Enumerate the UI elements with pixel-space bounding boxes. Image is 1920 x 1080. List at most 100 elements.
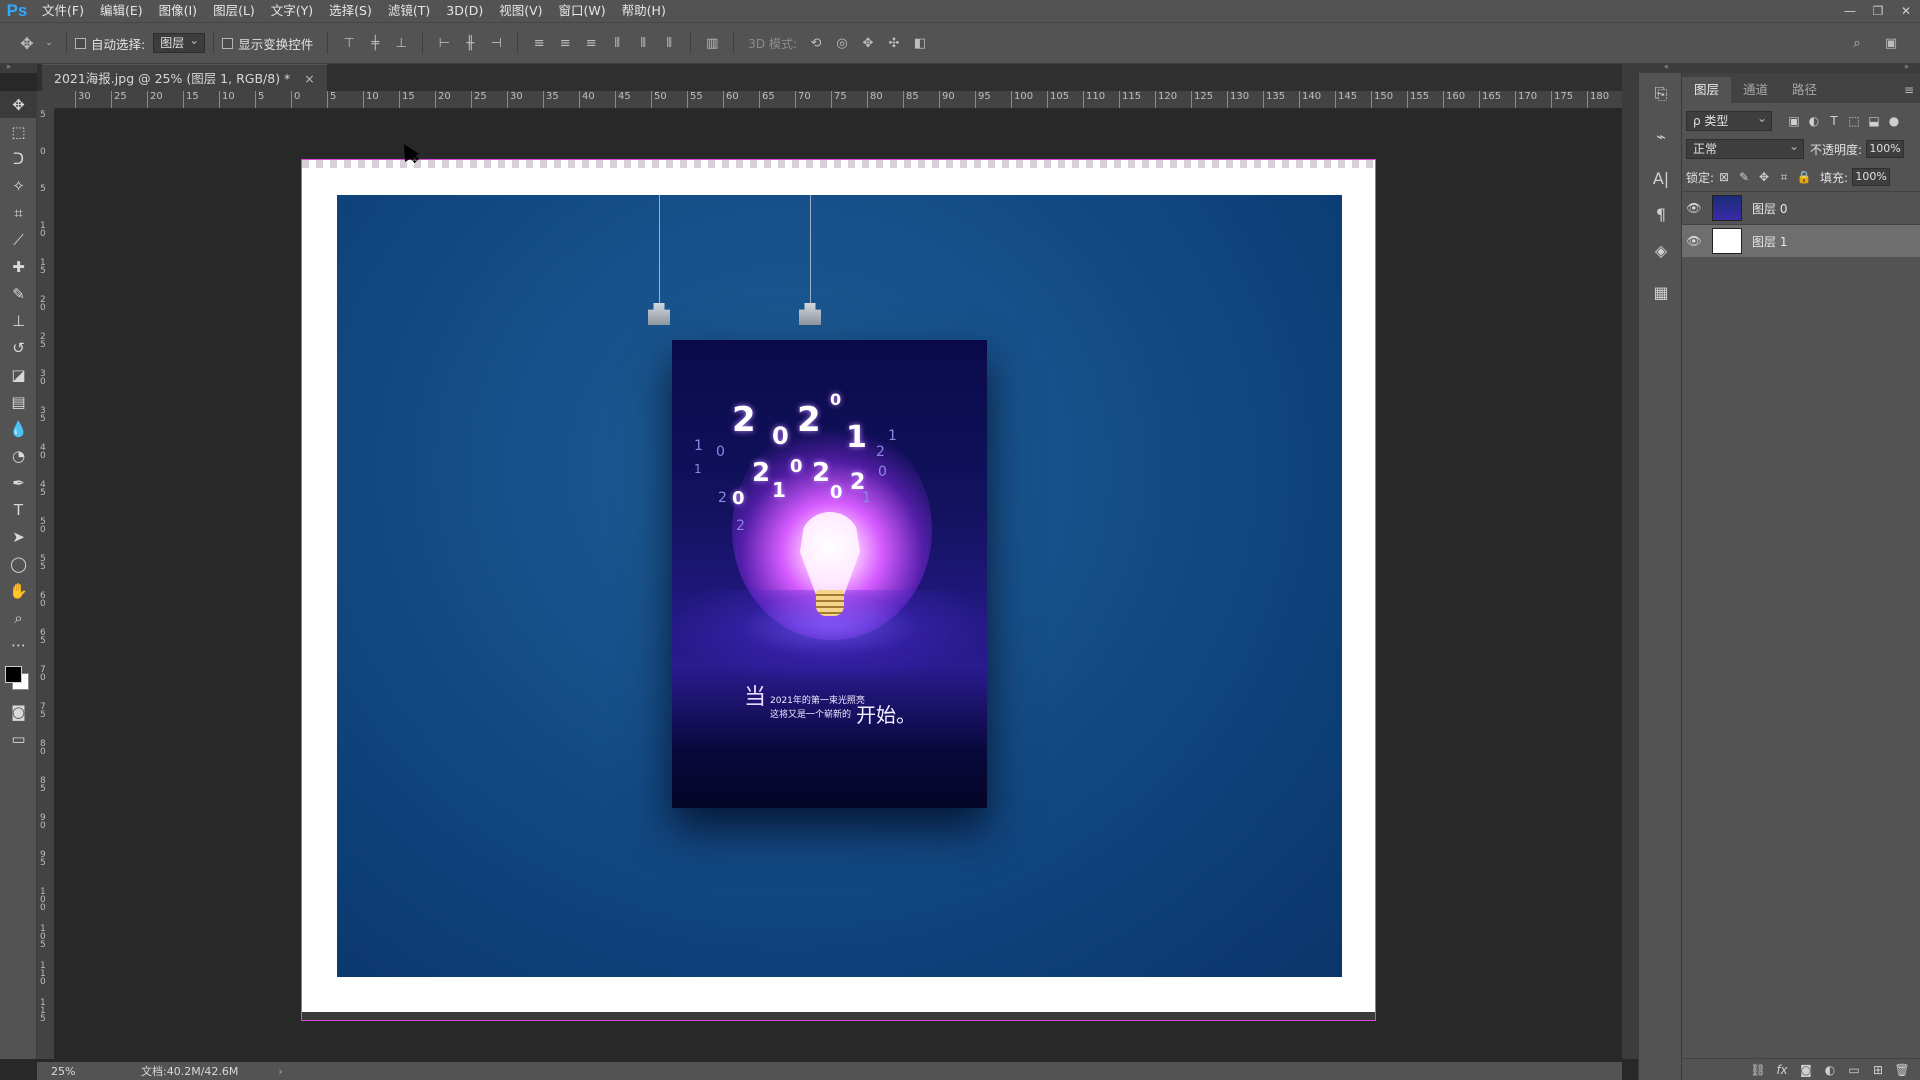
opacity-input[interactable]: 100% [1866,140,1905,158]
blur-tool-icon[interactable]: 💧 [0,415,37,442]
healing-brush-icon[interactable]: ✚ [0,253,37,280]
clone-stamp-icon[interactable]: ⊥ [0,307,37,334]
distribute-right-icon[interactable]: ⫴ [660,34,678,52]
type-tool-icon[interactable]: T [0,496,37,523]
3d-slide-icon[interactable]: ✣ [885,34,903,52]
menu-view[interactable]: 视图(V) [491,0,550,22]
magic-wand-icon[interactable]: ✧ [0,172,37,199]
3d-roll-icon[interactable]: ◎ [833,34,851,52]
layer-row[interactable]: 👁 图层 0 [1682,191,1920,224]
layer-name[interactable]: 图层 0 [1752,200,1787,217]
distribute-bottom-icon[interactable]: ≡ [582,34,600,52]
lasso-tool-icon[interactable]: ᑐ [0,145,37,172]
add-mask-icon[interactable]: ◙ [1794,1063,1818,1077]
menu-image[interactable]: 图像(I) [151,0,205,22]
filter-type-icon[interactable]: T [1824,112,1844,130]
blue-background-layer[interactable]: 2 0 2 1 0 2 0 2 2 1 0 0 1 0 1 2 1 2 0 1 [337,195,1342,977]
tab-paths[interactable]: 路径 [1780,77,1829,103]
collapse-left-icon[interactable]: » [6,62,11,71]
show-transform-checkbox[interactable] [222,37,234,49]
horizontal-ruler[interactable]: 30 25 20 15 10 5 0 5 10 15 20 25 30 35 40 45 50 55 60 65 70 7… [55,91,1622,109]
blend-mode-dropdown[interactable]: 正常 [1686,137,1804,159]
zoom-level[interactable]: 25% [37,1065,97,1078]
align-right-icon[interactable]: ⊣ [487,34,505,52]
eyedropper-icon[interactable]: ⟋ [0,226,37,253]
3d-orbit-icon[interactable]: ⟲ [807,34,825,52]
distribute-left-icon[interactable]: ⫴ [608,34,626,52]
filter-adjustment-icon[interactable]: ◐ [1804,112,1824,130]
3d-panel-icon[interactable]: ◈ [1639,229,1683,271]
3d-pan-icon[interactable]: ✥ [859,34,877,52]
paragraph-panel-icon[interactable]: ¶ [1639,199,1683,229]
lock-artboard-icon[interactable]: ⌗ [1774,168,1794,186]
collapse-right-icon[interactable]: » [1904,62,1909,71]
tab-layers[interactable]: 图层 [1682,77,1732,103]
menu-3d[interactable]: 3D(D) [438,0,491,22]
zoom-tool-icon[interactable]: ⌕ [0,604,37,631]
collapse-dock-icon[interactable]: « [1664,62,1669,71]
layer-filter-dropdown[interactable]: ρ 类型 [1686,109,1772,131]
lock-position-icon[interactable]: ✥ [1754,168,1774,186]
menu-select[interactable]: 选择(S) [321,0,380,22]
document-tab[interactable]: 2021海报.jpg @ 25% (图层 1, RGB/8) * × [42,64,327,91]
distribute-hcenter-icon[interactable]: ⫴ [634,34,652,52]
filter-pixel-icon[interactable]: ▣ [1784,112,1804,130]
brush-settings-icon[interactable]: ⌁ [1639,115,1683,157]
new-group-icon[interactable]: ▭ [1842,1063,1866,1077]
quick-mask-icon[interactable]: ◙ [0,698,37,725]
menu-filter[interactable]: 滤镜(T) [380,0,438,22]
align-top-icon[interactable]: ⊤ [340,34,358,52]
menu-layer[interactable]: 图层(L) [205,0,263,22]
panel-menu-icon[interactable]: ≡ [1898,77,1920,103]
vertical-ruler[interactable]: 5 0 5 10 15 20 25 30 35 40 45 50 55 60 65 70 75 80 85 90 95 1… [37,109,55,1059]
align-left-icon[interactable]: ⊢ [435,34,453,52]
gradient-tool-icon[interactable]: ▤ [0,388,37,415]
crop-tool-icon[interactable]: ⌗ [0,199,37,226]
close-tab-icon[interactable]: × [304,71,314,86]
auto-align-icon[interactable]: ▥ [703,34,721,52]
properties-panel-icon[interactable]: ▦ [1639,271,1683,313]
history-panel-icon[interactable]: ⎘ [1639,73,1683,115]
status-menu-arrow-icon[interactable]: › [278,1065,282,1078]
menu-type[interactable]: 文字(Y) [263,0,321,22]
screen-mode-icon[interactable]: ▭ [0,725,37,752]
search-icon[interactable]: ⌕ [1848,34,1866,52]
menu-edit[interactable]: 编辑(E) [92,0,151,22]
visibility-eye-icon[interactable]: 👁 [1682,234,1706,248]
lock-all-icon[interactable]: 🔒 [1794,168,1814,186]
auto-select-checkbox[interactable] [75,37,86,49]
link-layers-icon[interactable]: ⛓ [1746,1063,1770,1077]
document-canvas[interactable]: 2 0 2 1 0 2 0 2 2 1 0 0 1 0 1 2 1 2 0 1 [301,159,1376,1021]
brush-tool-icon[interactable]: ✎ [0,280,37,307]
history-brush-icon[interactable]: ↺ [0,334,37,361]
layer-row[interactable]: 👁 图层 1 [1682,224,1920,257]
align-bottom-icon[interactable]: ⊥ [392,34,410,52]
distribute-vcenter-icon[interactable]: ≡ [556,34,574,52]
fill-input[interactable]: 100% [1852,168,1891,186]
preset-dropdown-arrow-icon[interactable]: ⌄ [44,34,54,52]
path-selection-icon[interactable]: ➤ [0,523,37,550]
character-panel-icon[interactable]: A| [1639,157,1683,199]
move-tool-icon[interactable]: ✥ [0,91,37,118]
filter-smart-object-icon[interactable]: ⬓ [1864,112,1884,130]
filter-shape-icon[interactable]: ⬚ [1844,112,1864,130]
more-tools-icon[interactable]: ⋯ [0,631,37,658]
eraser-tool-icon[interactable]: ◪ [0,361,37,388]
restore-button[interactable]: ❐ [1864,0,1892,22]
menu-help[interactable]: 帮助(H) [614,0,674,22]
delete-layer-icon[interactable]: 🗑 [1890,1063,1914,1077]
tab-channels[interactable]: 通道 [1731,77,1780,103]
pen-tool-icon[interactable]: ✒ [0,469,37,496]
layer-style-icon[interactable]: fx [1770,1063,1794,1077]
canvas-area[interactable]: 2 0 2 1 0 2 0 2 2 1 0 0 1 0 1 2 1 2 0 1 [55,109,1622,1059]
auto-select-target-dropdown[interactable]: 图层 [153,31,206,53]
visibility-eye-icon[interactable]: 👁 [1682,201,1706,215]
filter-toggle-icon[interactable]: ● [1884,112,1904,130]
menu-window[interactable]: 窗口(W) [551,0,614,22]
align-vcenter-icon[interactable]: ╪ [366,34,384,52]
canvas-vertical-scrollbar[interactable] [1622,73,1638,1059]
layer-name[interactable]: 图层 1 [1752,233,1787,250]
new-layer-icon[interactable]: ⊞ [1866,1063,1890,1077]
ruler-origin[interactable] [37,91,55,109]
foreground-color-swatch[interactable] [5,666,22,683]
